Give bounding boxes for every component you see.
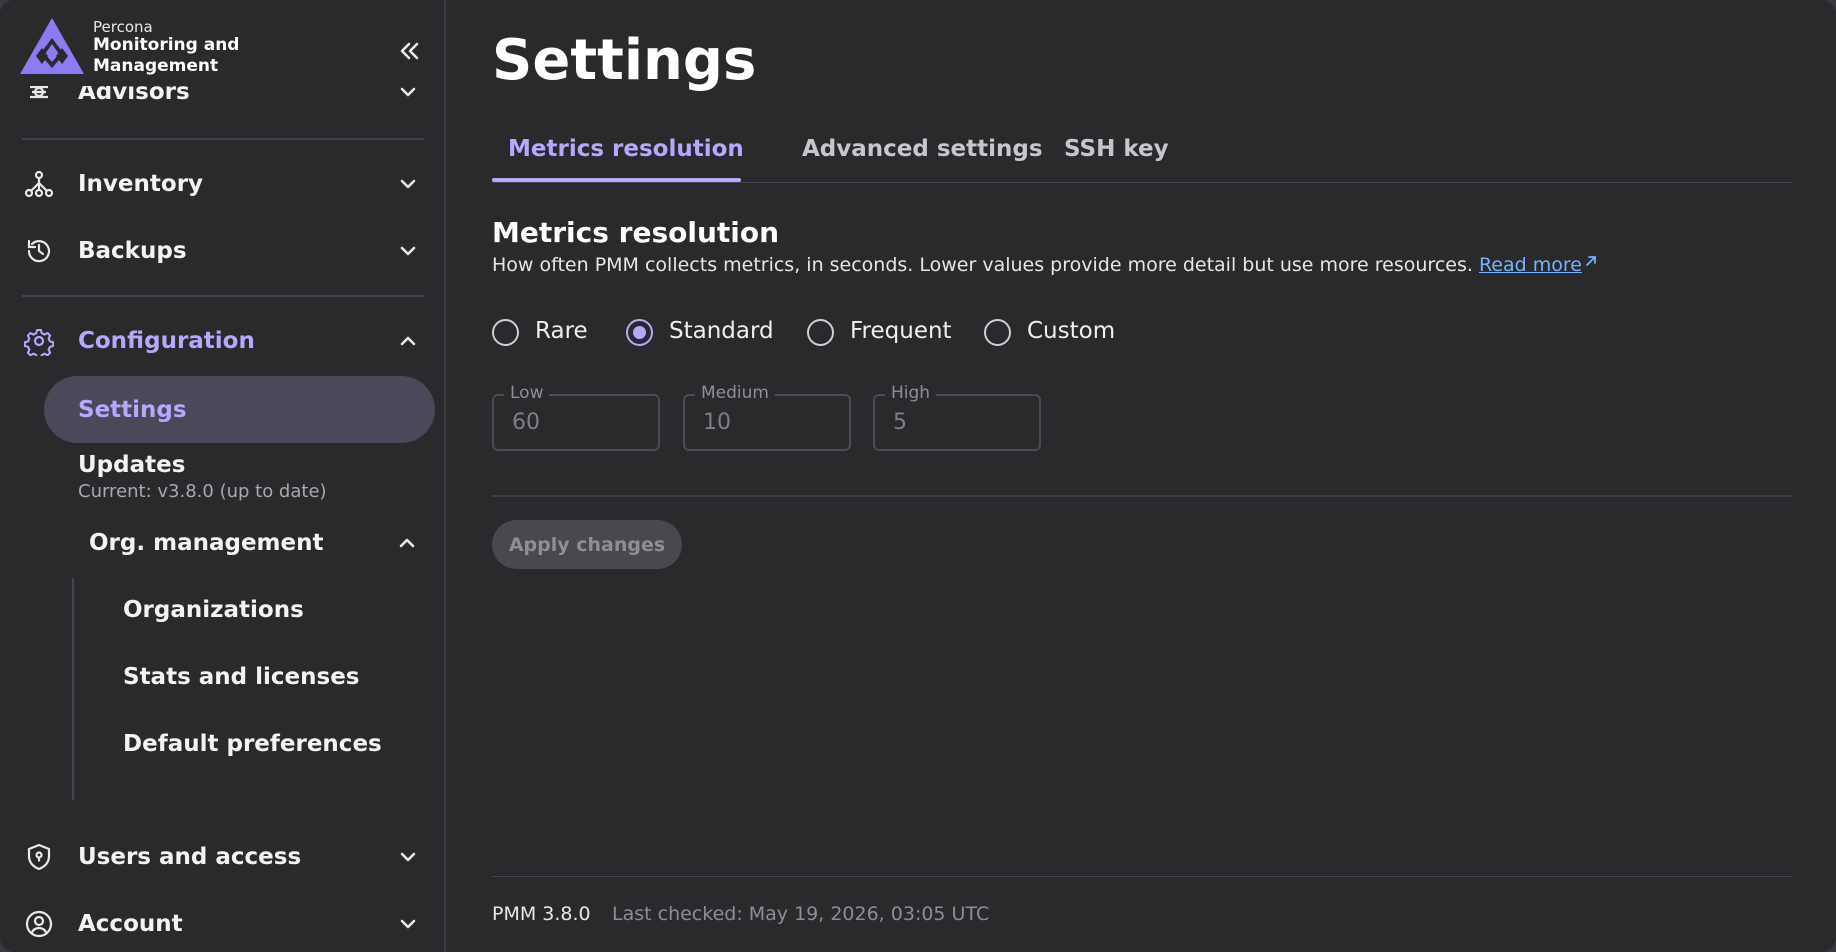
- radio-circle[interactable]: [626, 319, 653, 346]
- low-resolution-field[interactable]: Low 60: [492, 383, 660, 451]
- brand-product: Monitoring and Management: [93, 35, 240, 76]
- radio-label: Rare: [535, 318, 588, 344]
- section-title: Metrics resolution: [492, 216, 780, 249]
- sidebar-item-label: Stats and licenses: [123, 664, 360, 690]
- account-icon: [25, 910, 53, 938]
- sidebar-item-default-preferences[interactable]: Default preferences: [0, 716, 444, 772]
- shield-icon: [27, 843, 51, 871]
- field-label: Medium: [695, 383, 775, 403]
- inventory-icon: [24, 170, 54, 198]
- description-text: How often PMM collects metrics, in secon…: [492, 254, 1473, 276]
- sidebar-item-label: Updates: [78, 452, 186, 478]
- radio-label: Standard: [669, 318, 774, 344]
- footer-divider: [492, 876, 1792, 877]
- read-more-link[interactable]: Read more: [1479, 254, 1598, 276]
- sidebar-item-label: Account: [78, 911, 183, 937]
- brand-company: Percona: [93, 18, 153, 36]
- apply-changes-button[interactable]: Apply changes: [492, 520, 682, 569]
- field-label: High: [885, 383, 937, 403]
- field-label: Low: [504, 383, 550, 403]
- tab-ssh-key[interactable]: SSH key: [1064, 130, 1169, 184]
- sidebar-item-label: Inventory: [78, 171, 204, 197]
- section-description: How often PMM collects metrics, in secon…: [492, 254, 1598, 276]
- brand-header: Percona Monitoring and Management: [0, 0, 444, 86]
- chevron-down-icon: [400, 179, 416, 189]
- updates-version-caption: Current: v3.8.0 (up to date): [78, 481, 327, 502]
- tab-advanced-settings[interactable]: Advanced settings: [802, 130, 1043, 184]
- sidebar-item-updates[interactable]: Updates Current: v3.8.0 (up to date): [0, 448, 444, 508]
- radio-circle[interactable]: [984, 319, 1011, 346]
- sidebar-item-label: Settings: [78, 396, 187, 423]
- footer-version: PMM 3.8.0: [492, 903, 591, 925]
- sidebar-divider: [22, 295, 424, 297]
- sidebar-item-configuration[interactable]: Configuration: [0, 313, 444, 369]
- sidebar-item-label: Users and access: [78, 844, 302, 870]
- medium-resolution-field[interactable]: Medium 10: [683, 383, 851, 451]
- sidebar-item-label: Backups: [78, 238, 187, 264]
- sidebar-divider: [22, 138, 424, 140]
- radio-circle[interactable]: [492, 319, 519, 346]
- sidebar-item-users-and-access[interactable]: Users and access: [0, 829, 444, 885]
- sidebar-item-label: Organizations: [123, 597, 304, 623]
- radio-label: Frequent: [850, 318, 952, 344]
- sidebar-item-label: Default preferences: [123, 731, 382, 757]
- radio-label: Custom: [1027, 318, 1116, 344]
- main-content: Settings Metrics resolution Advanced set…: [448, 0, 1836, 952]
- high-resolution-field[interactable]: High 5: [873, 383, 1041, 451]
- field-value: 60: [512, 410, 540, 435]
- external-link-icon: [1586, 256, 1596, 266]
- sidebar: Advisors Percona Monitoring and Manageme…: [0, 0, 446, 952]
- tab-metrics-resolution[interactable]: Metrics resolution: [508, 130, 744, 184]
- percona-logo: [20, 18, 84, 74]
- sidebar-item-org-management[interactable]: Org. management: [0, 515, 444, 571]
- form-divider: [492, 495, 1792, 497]
- tabs-border: [492, 182, 1792, 183]
- gear-icon: [24, 328, 54, 356]
- sidebar-item-settings[interactable]: Settings: [44, 376, 435, 443]
- chevron-up-icon: [399, 538, 415, 548]
- sidebar-item-account[interactable]: Account: [0, 896, 444, 952]
- collapse-sidebar-icon[interactable]: [394, 36, 424, 66]
- chevron-down-icon: [400, 246, 416, 256]
- footer-last-checked: Last checked: May 19, 2026, 03:05 UTC: [612, 903, 990, 925]
- sidebar-item-backups[interactable]: Backups: [0, 223, 444, 279]
- chevron-down-icon: [400, 852, 416, 862]
- sidebar-item-label: Org. management: [89, 530, 324, 556]
- sidebar-item-stats-and-licenses[interactable]: Stats and licenses: [0, 649, 444, 705]
- chevron-down-icon: [400, 919, 416, 929]
- page-title: Settings: [492, 28, 757, 93]
- radio-circle[interactable]: [807, 319, 834, 346]
- backups-icon: [27, 239, 51, 263]
- field-value: 10: [703, 410, 731, 435]
- app-window: Advisors Percona Monitoring and Manageme…: [0, 0, 1836, 952]
- sidebar-item-label: Configuration: [78, 328, 255, 354]
- field-value: 5: [893, 410, 907, 435]
- sidebar-item-organizations[interactable]: Organizations: [0, 582, 444, 638]
- chevron-up-icon: [400, 336, 416, 346]
- sidebar-item-inventory[interactable]: Inventory: [0, 156, 444, 212]
